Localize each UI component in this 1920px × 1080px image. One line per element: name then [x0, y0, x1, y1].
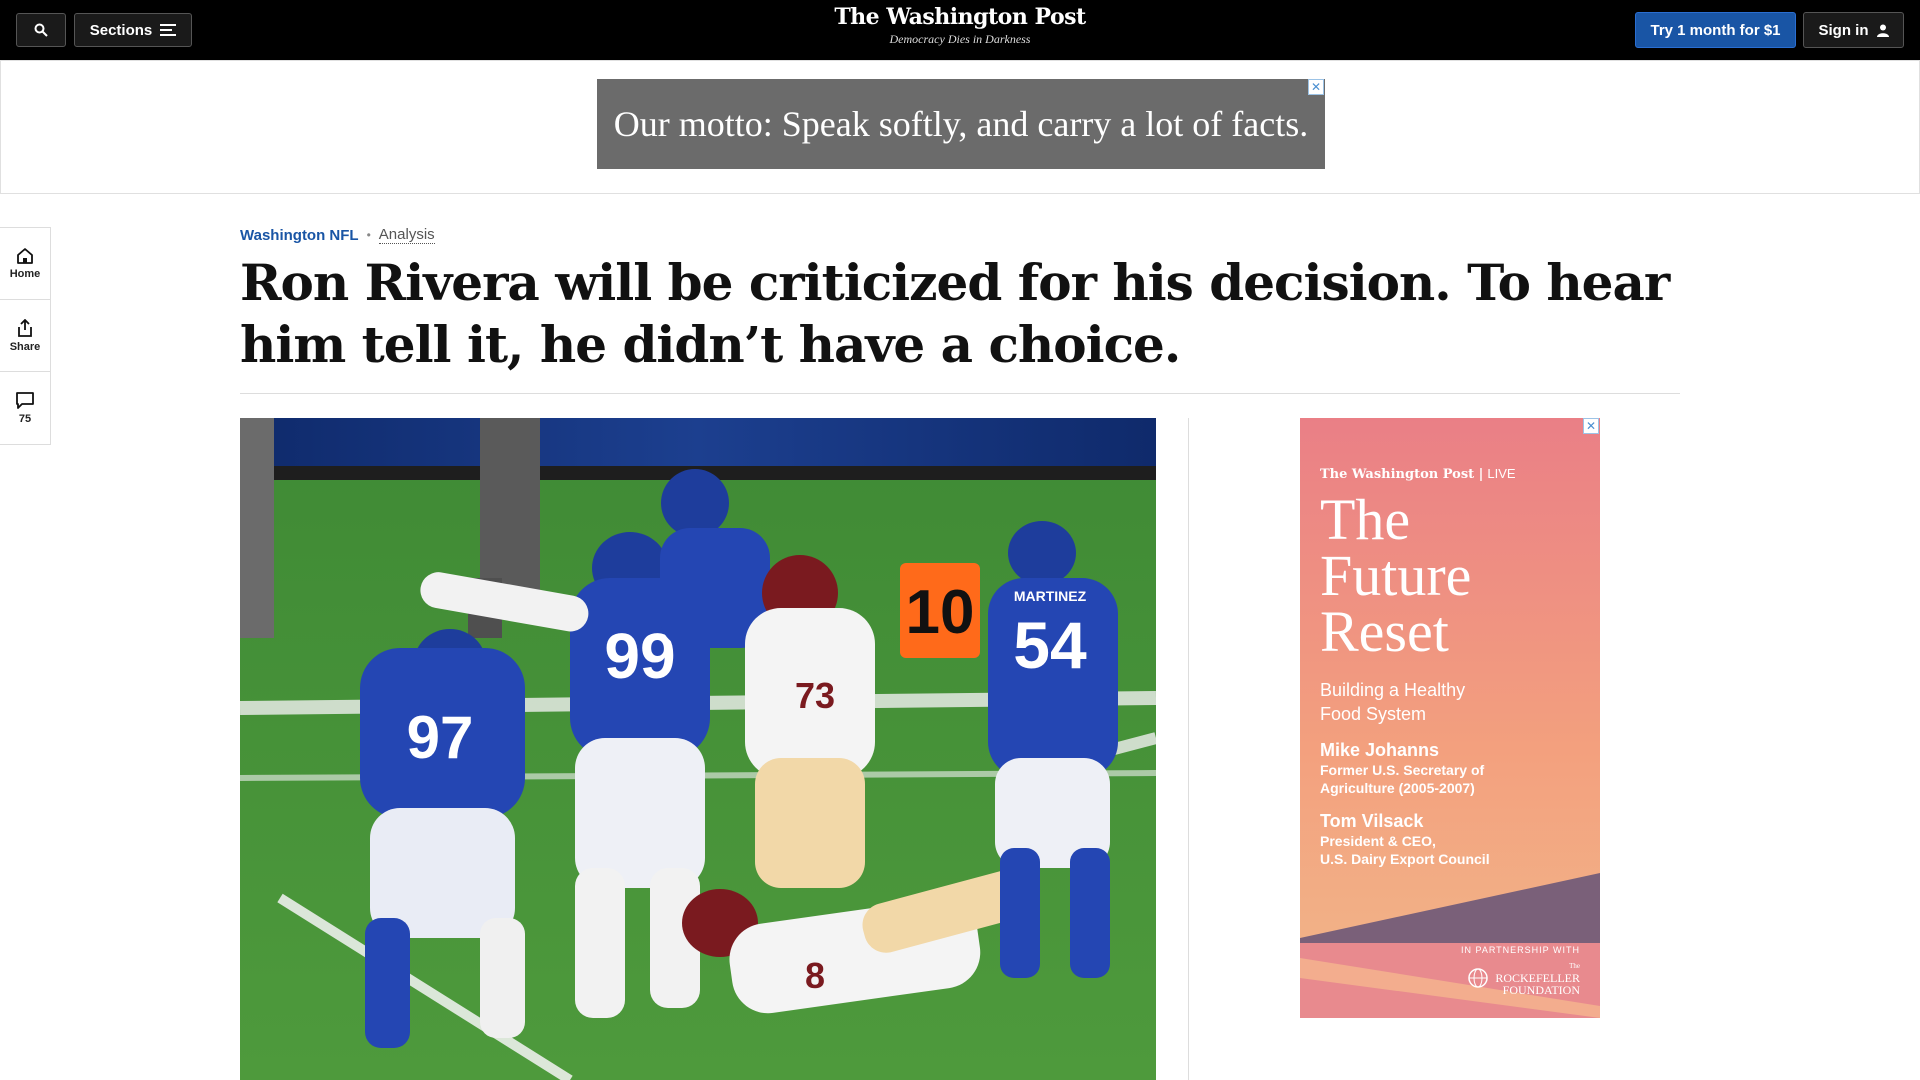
speaker2-role-line: U.S. Dairy Export Council	[1320, 851, 1490, 867]
share-rail-button[interactable]: Share	[0, 300, 50, 372]
side-ad-title-line: The	[1320, 487, 1411, 552]
speaker1-role-line: Former U.S. Secretary of	[1320, 762, 1485, 778]
side-ad-content: The Washington Post | LIVE The Future Res…	[1320, 466, 1590, 868]
sections-label: Sections	[89, 21, 153, 39]
article-kicker: Washington NFL • Analysis	[240, 226, 435, 244]
side-ad-brand-name: The Washington Post	[1320, 467, 1475, 482]
masthead[interactable]: The Washington Post Democracy Dies in Da…	[760, 4, 1160, 47]
globe-icon	[1468, 968, 1489, 988]
football-photo: 10 97 99 73 8 MARTINEZ 54	[240, 418, 1156, 1080]
side-ad-subtitle-line: Food System	[1320, 704, 1427, 724]
side-ad-subtitle: Building a Healthy Food System	[1320, 678, 1590, 726]
side-ad-title-line: Reset	[1320, 599, 1449, 664]
player-name-martinez: MARTINEZ	[1014, 588, 1087, 604]
speaker2-role-line: President & CEO,	[1320, 833, 1436, 849]
search-icon	[34, 23, 48, 37]
analysis-label[interactable]: Analysis	[378, 226, 435, 244]
jersey-97: 97	[407, 704, 474, 771]
home-rail-button[interactable]: Home	[0, 228, 50, 300]
top-ad-banner[interactable]: Our motto: Speak softly, and carry a lot…	[597, 79, 1325, 169]
top-ad-band: Our motto: Speak softly, and carry a lot…	[0, 60, 1920, 194]
article-headline: Ron Rivera will be criticized for his de…	[240, 253, 1670, 374]
side-ad-partner-label: IN PARTNERSHIP WITH	[1460, 945, 1580, 955]
speaker1-name: Mike Johanns	[1320, 740, 1440, 760]
foundation-line: FOUNDATION	[1502, 983, 1580, 997]
comments-count: 75	[18, 412, 32, 425]
site-tagline: Democracy Dies in Darkness	[889, 32, 1031, 46]
yard-marker-number: 10	[906, 578, 975, 647]
divider	[240, 393, 1680, 394]
article-photo[interactable]: 10 97 99 73 8 MARTINEZ 54	[240, 418, 1156, 1080]
section-link[interactable]: Washington NFL	[240, 227, 359, 244]
jersey-73: 73	[795, 675, 835, 716]
jersey-54: 54	[1013, 608, 1087, 682]
side-ad-subtitle-line: Building a Healthy	[1320, 680, 1466, 700]
hamburger-icon	[160, 24, 177, 36]
comment-icon	[16, 391, 34, 409]
side-ad-title: The Future Reset	[1320, 487, 1590, 664]
side-ad[interactable]: ✕ The Washington Post | LIVE The Future R…	[1300, 418, 1600, 1018]
user-icon	[1876, 24, 1889, 37]
speaker2-role: President & CEO, U.S. Dairy Export Counc…	[1320, 832, 1590, 868]
kicker-separator: •	[366, 228, 371, 242]
side-ad-brand-live: LIVE	[1487, 466, 1516, 481]
subscribe-button[interactable]: Try 1 month for $1	[1635, 12, 1796, 48]
sign-in-button[interactable]: Sign in	[1803, 12, 1904, 48]
share-icon	[18, 318, 32, 337]
top-ad-text: Our motto: Speak softly, and carry a lot…	[613, 104, 1309, 144]
side-ad-title-line: Future	[1320, 543, 1472, 608]
article-tools-rail: Home Share 75	[0, 227, 51, 445]
home-icon	[17, 248, 33, 264]
search-button[interactable]	[16, 13, 66, 47]
side-ad-close-icon[interactable]: ✕	[1583, 418, 1599, 434]
column-divider	[1188, 418, 1189, 1080]
side-ad-foundation-logo: The ROCKEFELLER FOUNDATION	[1467, 960, 1580, 996]
sections-menu-button[interactable]: Sections	[74, 13, 192, 47]
ad-close-icon[interactable]: ✕	[1308, 79, 1324, 95]
site-logo[interactable]: The Washington Post	[760, 4, 1160, 30]
top-navigation-bar: Sections The Washington Post Democracy D…	[0, 0, 1920, 60]
speaker2-name: Tom Vilsack	[1320, 811, 1424, 831]
speaker1-role-line: Agriculture (2005-2007)	[1320, 780, 1475, 796]
jersey-8: 8	[805, 955, 825, 996]
speaker1-role: Former U.S. Secretary of Agriculture (20…	[1320, 761, 1590, 797]
comments-rail-button[interactable]: 75	[0, 372, 50, 444]
side-ad-brand: The Washington Post | LIVE	[1320, 466, 1516, 482]
share-label: Share	[9, 340, 41, 353]
home-label: Home	[9, 268, 41, 280]
sign-in-label: Sign in	[1818, 21, 1869, 39]
